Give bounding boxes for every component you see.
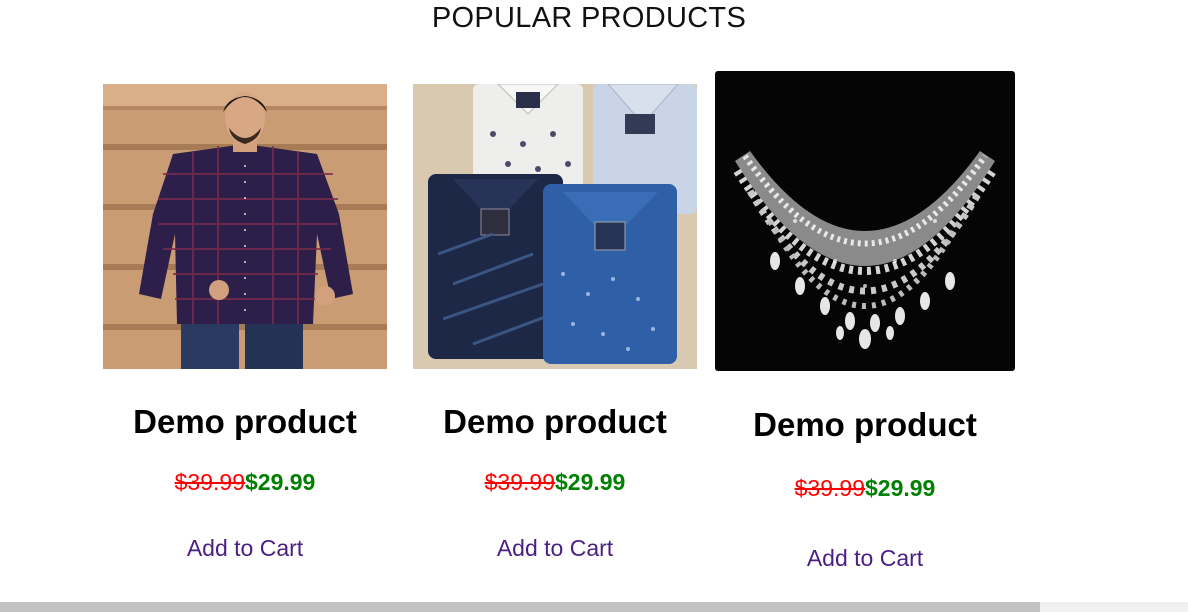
sale-price: $29.99 bbox=[245, 469, 316, 495]
add-to-cart-link[interactable]: Add to Cart bbox=[187, 535, 303, 561]
product-image-necklace[interactable] bbox=[715, 71, 1015, 371]
product-price: $39.99$29.99 bbox=[413, 469, 697, 495]
old-price: $39.99 bbox=[794, 475, 865, 501]
product-price: $39.99$29.99 bbox=[103, 469, 387, 495]
old-price: $39.99 bbox=[484, 469, 555, 495]
add-to-cart-link[interactable]: Add to Cart bbox=[807, 545, 923, 571]
product-card: Demo product $39.99$29.99 Add to Cart bbox=[413, 84, 697, 561]
product-image-man-shirt[interactable] bbox=[103, 84, 387, 369]
product-image-folded-shirts[interactable] bbox=[413, 84, 697, 369]
product-name[interactable]: Demo product bbox=[413, 402, 697, 442]
old-price: $39.99 bbox=[174, 469, 245, 495]
horizontal-scrollbar[interactable] bbox=[0, 602, 1188, 612]
section-title: POPULAR PRODUCTS bbox=[431, 2, 747, 34]
scrollbar-thumb[interactable] bbox=[0, 602, 1040, 612]
popular-products-page: POPULAR PRODUCTS Demo product $39.99$29.… bbox=[0, 0, 1188, 612]
product-name[interactable]: Demo product bbox=[715, 405, 1015, 445]
product-name[interactable]: Demo product bbox=[103, 402, 387, 442]
sale-price: $29.99 bbox=[555, 469, 626, 495]
product-card: Demo product $39.99$29.99 Add to Cart bbox=[715, 71, 1015, 571]
product-price: $39.99$29.99 bbox=[715, 475, 1015, 501]
add-to-cart-link[interactable]: Add to Cart bbox=[497, 535, 613, 561]
product-card: Demo product $39.99$29.99 Add to Cart bbox=[103, 84, 387, 561]
sale-price: $29.99 bbox=[865, 475, 936, 501]
